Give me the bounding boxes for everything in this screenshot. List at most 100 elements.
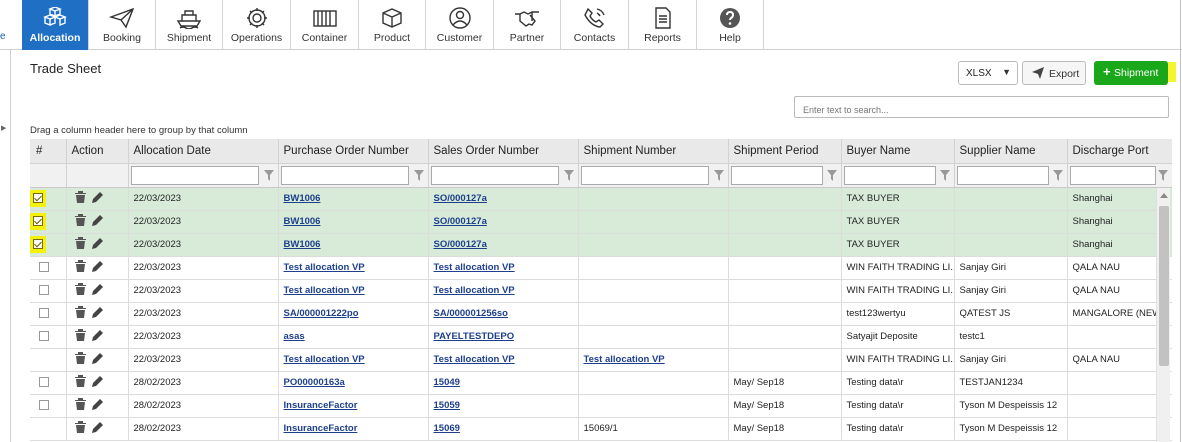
- table-row[interactable]: 22/03/2023 Test allocation VP Test allocat…: [30, 279, 1172, 303]
- nav-item-product[interactable]: Product: [359, 0, 426, 50]
- row-checkbox[interactable]: [33, 216, 43, 227]
- table-row[interactable]: 22/03/2023 asas PAYELTESTDEPO Satyajit Depo…: [30, 325, 1172, 349]
- nav-item-partner[interactable]: Partner: [494, 0, 561, 50]
- trash-icon[interactable]: [74, 352, 86, 364]
- row-checkbox[interactable]: [39, 400, 49, 411]
- pencil-icon[interactable]: [91, 329, 104, 341]
- pencil-icon[interactable]: [91, 352, 104, 364]
- trash-icon[interactable]: [74, 260, 86, 272]
- so-number-link[interactable]: Test allocation VP: [434, 354, 515, 365]
- column-header-discharge-port[interactable]: Discharge Port: [1067, 139, 1172, 164]
- table-row[interactable]: 28/02/2023 PO00000163a 15049 May/ Sep18 Test…: [30, 371, 1172, 395]
- trash-icon[interactable]: [74, 191, 86, 203]
- filter-icon[interactable]: [1157, 169, 1168, 181]
- so-number-link[interactable]: 15059: [434, 400, 460, 411]
- table-row[interactable]: 22/03/2023 SA/000001222po SA/000001256so te…: [30, 302, 1172, 326]
- filter-input-shipment-number[interactable]: [580, 165, 709, 185]
- nav-item-customer[interactable]: Customer: [426, 0, 494, 50]
- trash-icon[interactable]: [74, 306, 86, 318]
- po-number-link[interactable]: Test allocation VP: [284, 285, 365, 296]
- so-number-link[interactable]: PAYELTESTDEPO: [434, 331, 515, 342]
- so-number-link[interactable]: Test allocation VP: [434, 262, 515, 273]
- so-number-link[interactable]: SO/000127a: [434, 239, 487, 250]
- row-checkbox[interactable]: [33, 239, 43, 250]
- grid-scrollbar[interactable]: [1156, 188, 1170, 442]
- column-header-buyer-name[interactable]: Buyer Name: [841, 139, 955, 164]
- po-number-link[interactable]: asas: [284, 331, 305, 342]
- table-row[interactable]: 28/02/2023 InsuranceFactor 15059 May/ Sep18…: [30, 394, 1172, 418]
- filter-icon[interactable]: [1052, 169, 1063, 181]
- table-row[interactable]: 22/03/2023 BW1006 SO/000127a TAX BUYER Shang…: [30, 233, 1172, 257]
- pencil-icon[interactable]: [91, 398, 104, 410]
- column-header-action[interactable]: Action: [66, 139, 129, 164]
- so-number-link[interactable]: SA/000001256so: [434, 308, 508, 319]
- export-format-select[interactable]: XLSX ▼: [958, 61, 1018, 85]
- row-checkbox[interactable]: [39, 285, 49, 296]
- row-checkbox[interactable]: [39, 377, 49, 388]
- trash-icon[interactable]: [74, 237, 86, 249]
- filter-icon[interactable]: [826, 169, 837, 181]
- shipment-number-link[interactable]: Test allocation VP: [584, 354, 665, 365]
- search-input[interactable]: [794, 96, 1169, 118]
- nav-item-reports[interactable]: Reports: [629, 0, 697, 50]
- pencil-icon[interactable]: [91, 260, 104, 272]
- trash-icon[interactable]: [74, 421, 86, 433]
- table-row[interactable]: 28/02/2023 InsuranceFactor 15069 15069/1 May…: [30, 417, 1172, 441]
- scrollbar-thumb[interactable]: [1159, 206, 1169, 366]
- expand-arrow-icon[interactable]: ▶: [1, 124, 6, 132]
- filter-input-buyer-name[interactable]: [843, 165, 936, 185]
- so-number-link[interactable]: 15069: [434, 423, 460, 434]
- nav-item-booking[interactable]: Booking: [89, 0, 156, 50]
- pencil-icon[interactable]: [91, 375, 104, 387]
- po-number-link[interactable]: BW1006: [284, 216, 321, 227]
- filter-input-allocation-date[interactable]: [130, 165, 259, 185]
- po-number-link[interactable]: InsuranceFactor: [284, 423, 358, 434]
- row-checkbox[interactable]: [39, 262, 49, 273]
- pencil-icon[interactable]: [91, 421, 104, 433]
- trash-icon[interactable]: [74, 375, 86, 387]
- add-shipment-button[interactable]: + Shipment: [1094, 61, 1168, 85]
- po-number-link[interactable]: InsuranceFactor: [284, 400, 358, 411]
- column-header-shipment-number[interactable]: Shipment Number: [578, 139, 729, 164]
- nav-item-contacts[interactable]: Contacts: [561, 0, 629, 50]
- po-number-link[interactable]: BW1006: [284, 239, 321, 250]
- filter-input-so-number[interactable]: [430, 165, 559, 185]
- po-number-link[interactable]: PO00000163a: [284, 377, 345, 388]
- pencil-icon[interactable]: [91, 191, 104, 203]
- filter-input-shipment-period[interactable]: [730, 165, 823, 185]
- trash-icon[interactable]: [74, 398, 86, 410]
- pencil-icon[interactable]: [91, 214, 104, 226]
- nav-item-operations[interactable]: Operations: [223, 0, 291, 50]
- pencil-icon[interactable]: [91, 306, 104, 318]
- po-number-link[interactable]: BW1006: [284, 193, 321, 204]
- column-header-supplier-name[interactable]: Supplier Name: [954, 139, 1068, 164]
- filter-icon[interactable]: [263, 169, 274, 181]
- trash-icon[interactable]: [74, 329, 86, 341]
- nav-item-container[interactable]: Container: [291, 0, 359, 50]
- filter-icon[interactable]: [713, 169, 724, 181]
- table-row[interactable]: 22/03/2023 Test allocation VP Test allocat…: [30, 348, 1172, 372]
- so-number-link[interactable]: 15049: [434, 377, 460, 388]
- export-button[interactable]: Export: [1022, 61, 1086, 85]
- row-checkbox[interactable]: [39, 331, 49, 342]
- scroll-up-icon[interactable]: [1160, 193, 1168, 198]
- trash-icon[interactable]: [74, 214, 86, 226]
- filter-input-po-number[interactable]: [280, 165, 409, 185]
- filter-icon[interactable]: [939, 169, 950, 181]
- so-number-link[interactable]: SO/000127a: [434, 216, 487, 227]
- filter-input-supplier-name[interactable]: [956, 165, 1049, 185]
- nav-item-shipment[interactable]: Shipment: [156, 0, 223, 50]
- po-number-link[interactable]: SA/000001222po: [284, 308, 359, 319]
- nav-item-allocation[interactable]: Allocation: [22, 0, 89, 50]
- column-header-po-number[interactable]: Purchase Order Number: [278, 139, 429, 164]
- nav-item-help[interactable]: Help: [697, 0, 764, 50]
- pencil-icon[interactable]: [91, 283, 104, 295]
- filter-icon[interactable]: [563, 169, 574, 181]
- table-row[interactable]: 22/03/2023 BW1006 SO/000127a TAX BUYER Shang…: [30, 187, 1172, 211]
- pencil-icon[interactable]: [91, 237, 104, 249]
- table-row[interactable]: 22/03/2023 BW1006 SO/000127a TAX BUYER Shang…: [30, 210, 1172, 234]
- column-header-shipment-period[interactable]: Shipment Period: [728, 139, 842, 164]
- row-checkbox[interactable]: [39, 308, 49, 319]
- po-number-link[interactable]: Test allocation VP: [284, 354, 365, 365]
- trash-icon[interactable]: [74, 283, 86, 295]
